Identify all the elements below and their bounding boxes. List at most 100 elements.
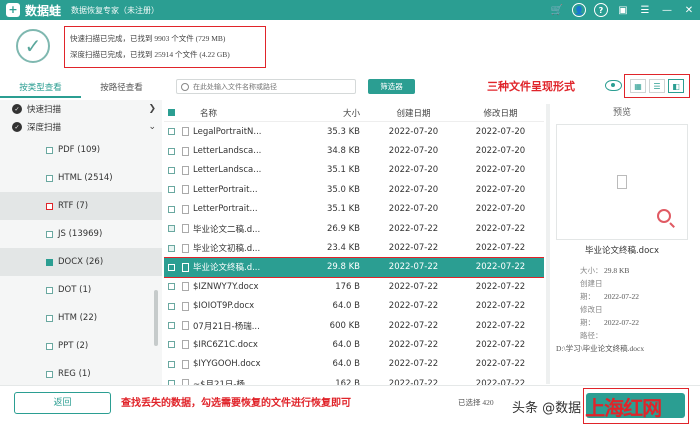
filter-button[interactable]: 筛选器 <box>368 79 415 94</box>
table-row[interactable]: ~$月21日-杨... 162 B 2022-07-22 2022-07-22 <box>164 374 544 385</box>
header-created[interactable]: 创建日期 <box>370 107 457 119</box>
table-row[interactable]: LetterLandsca... 35.1 KB 2022-07-20 2022-07… <box>164 161 544 180</box>
tree-item-reg[interactable]: REG (1) <box>0 360 162 385</box>
cart-icon[interactable]: 🛒 <box>550 3 564 17</box>
checkbox[interactable] <box>46 286 53 294</box>
check-circle-icon: ✓ <box>16 29 50 63</box>
scan-summary: ✓ 快速扫描已完成，已找到 9903 个文件 (729 MB) 深度扫描已完成，… <box>0 20 700 72</box>
table-row[interactable]: 毕业论文二稿.d... 26.9 KB 2022-07-22 2022-07-22 <box>164 219 544 238</box>
checkbox[interactable] <box>46 314 53 322</box>
search-input[interactable] <box>193 82 343 91</box>
table-row[interactable]: $IZNWY7Y.docx 176 B 2022-07-22 2022-07-22 <box>164 277 544 296</box>
zoom-icon[interactable] <box>657 209 671 223</box>
user-icon[interactable]: 👤 <box>572 3 586 17</box>
file-size: 35.0 KB <box>326 184 360 195</box>
table-row[interactable]: 07月21日-杨瑞... 600 KB 2022-07-22 2022-07-22 <box>164 316 544 335</box>
watermark-logo: 上海红网 <box>585 396 662 420</box>
watermark-text: 头条 @数据 <box>512 401 582 416</box>
file-modified: 2022-07-20 <box>475 184 526 195</box>
checkbox[interactable] <box>46 146 53 154</box>
preview-file-name: 毕业论文终稿.docx <box>584 246 659 256</box>
file-icon <box>182 301 189 311</box>
file-name: $IYYGOOH.docx <box>180 359 290 369</box>
tree-item-docx[interactable]: DOCX (26) <box>0 248 162 276</box>
row-checkbox[interactable] <box>168 147 175 155</box>
table-row[interactable]: LetterLandsca... 34.8 KB 2022-07-20 2022-07… <box>164 141 544 160</box>
file-created: 2022-07-20 <box>388 126 439 137</box>
chevron-down-icon[interactable]: ⌄ <box>148 122 156 132</box>
table-row[interactable]: 毕业论文终稿.d... 29.8 KB 2022-07-22 2022-07-22 <box>164 256 544 279</box>
table-row[interactable]: $IYYGOOH.docx 64.0 B 2022-07-22 2022-07-22 <box>164 355 544 374</box>
header-modified[interactable]: 修改日期 <box>457 107 544 119</box>
row-checkbox[interactable] <box>168 302 175 310</box>
row-checkbox[interactable] <box>168 186 175 194</box>
list-view-icon[interactable]: ☰ <box>649 79 665 93</box>
tree-item-dot[interactable]: DOT (1) <box>0 276 162 304</box>
file-icon <box>182 340 189 350</box>
row-checkbox[interactable] <box>168 225 175 233</box>
tab-by-path[interactable]: 按路径查看 <box>81 80 162 98</box>
file-modified: 2022-07-22 <box>475 339 526 350</box>
tree-quick-scan[interactable]: ✓ 快速扫描 ❯ <box>0 100 162 118</box>
file-name: $IZNWY7Y.docx <box>180 282 290 292</box>
row-checkbox[interactable] <box>168 263 175 271</box>
table-scrollbar[interactable] <box>546 104 550 384</box>
row-checkbox[interactable] <box>168 341 175 349</box>
checkbox[interactable] <box>46 258 53 266</box>
selected-count: 已选择 420 <box>458 398 494 407</box>
row-checkbox[interactable] <box>168 205 175 213</box>
table-row[interactable]: $IOIOT9P.docx 64.0 B 2022-07-22 2022-07-22 <box>164 297 544 316</box>
select-all-checkbox[interactable] <box>168 109 175 116</box>
table-row[interactable]: LegalPortraitN... 35.3 KB 2022-07-20 2022-0… <box>164 122 544 141</box>
file-name: LetterPortrait... <box>180 204 290 214</box>
checkbox[interactable] <box>46 174 53 182</box>
menu-icon[interactable]: ☰ <box>638 3 652 17</box>
file-modified: 2022-07-22 <box>475 320 526 331</box>
checkbox[interactable] <box>46 230 53 238</box>
preview-panel: 预览 毕业论文终稿.docx 大小： 29.8 KB 创建日期： 2022-07-2… <box>556 104 688 384</box>
tree-item-pdf[interactable]: PDF (109) <box>0 136 162 164</box>
table-row[interactable]: LetterPortrait... 35.0 KB 2022-07-20 2022-0… <box>164 180 544 199</box>
close-icon[interactable]: ✕ <box>682 3 696 17</box>
save-icon[interactable]: ▣ <box>616 3 630 17</box>
grid-view-icon[interactable]: ▦ <box>630 79 646 93</box>
checkbox[interactable] <box>46 202 53 210</box>
help-icon[interactable]: ? <box>594 3 608 17</box>
checkbox[interactable] <box>46 342 53 350</box>
file-modified: 2022-07-22 <box>475 301 526 312</box>
meta-created: 创建日期： 2022-07-22 <box>580 279 639 301</box>
tree-deep-scan[interactable]: ✓ 深度扫描 ⌄ <box>0 118 162 136</box>
tree-item-js[interactable]: JS (13969) <box>0 220 162 248</box>
tab-by-type[interactable]: 按类型查看 <box>0 80 81 98</box>
eye-icon[interactable] <box>605 80 622 91</box>
header-size[interactable]: 大小 <box>290 107 370 119</box>
tree-item-htm[interactable]: HTM (22) <box>0 304 162 332</box>
tree-item-ppt[interactable]: PPT (2) <box>0 332 162 360</box>
tree-item-html[interactable]: HTML (2514) <box>0 164 162 192</box>
row-checkbox[interactable] <box>168 166 175 174</box>
header-name[interactable]: 名称 <box>180 107 290 119</box>
row-checkbox[interactable] <box>168 128 175 136</box>
file-size: 34.8 KB <box>326 146 360 157</box>
file-size: 35.3 KB <box>326 126 360 137</box>
file-size: 23.4 KB <box>326 243 360 254</box>
row-checkbox[interactable] <box>168 244 175 252</box>
meta-modified: 修改日期： 2022-07-22 <box>580 305 639 327</box>
row-checkbox[interactable] <box>168 322 175 330</box>
preview-view-icon[interactable]: ◧ <box>668 79 684 93</box>
file-modified: 2022-07-20 <box>475 126 526 137</box>
table-row[interactable]: LetterPortrait... 35.1 KB 2022-07-20 2022-0… <box>164 200 544 219</box>
file-created: 2022-07-22 <box>388 223 439 234</box>
file-size: 176 B <box>335 281 360 292</box>
meta-path: D:\学习\毕业论文终稿.docx <box>556 344 645 353</box>
table-row[interactable]: $IRC6Z1C.docx 64.0 B 2022-07-22 2022-07-22 <box>164 335 544 354</box>
minimize-icon[interactable]: — <box>660 3 674 17</box>
back-button[interactable]: 返回 <box>14 392 111 414</box>
tree-scrollbar[interactable] <box>154 290 158 346</box>
row-checkbox[interactable] <box>168 360 175 368</box>
chevron-right-icon[interactable]: ❯ <box>148 104 156 114</box>
tree-item-rtf[interactable]: RTF (7) <box>0 192 162 220</box>
row-checkbox[interactable] <box>168 283 175 291</box>
table-row[interactable]: 毕业论文初稿.d... 23.4 KB 2022-07-22 2022-07-22 <box>164 238 544 257</box>
checkbox[interactable] <box>46 370 53 378</box>
